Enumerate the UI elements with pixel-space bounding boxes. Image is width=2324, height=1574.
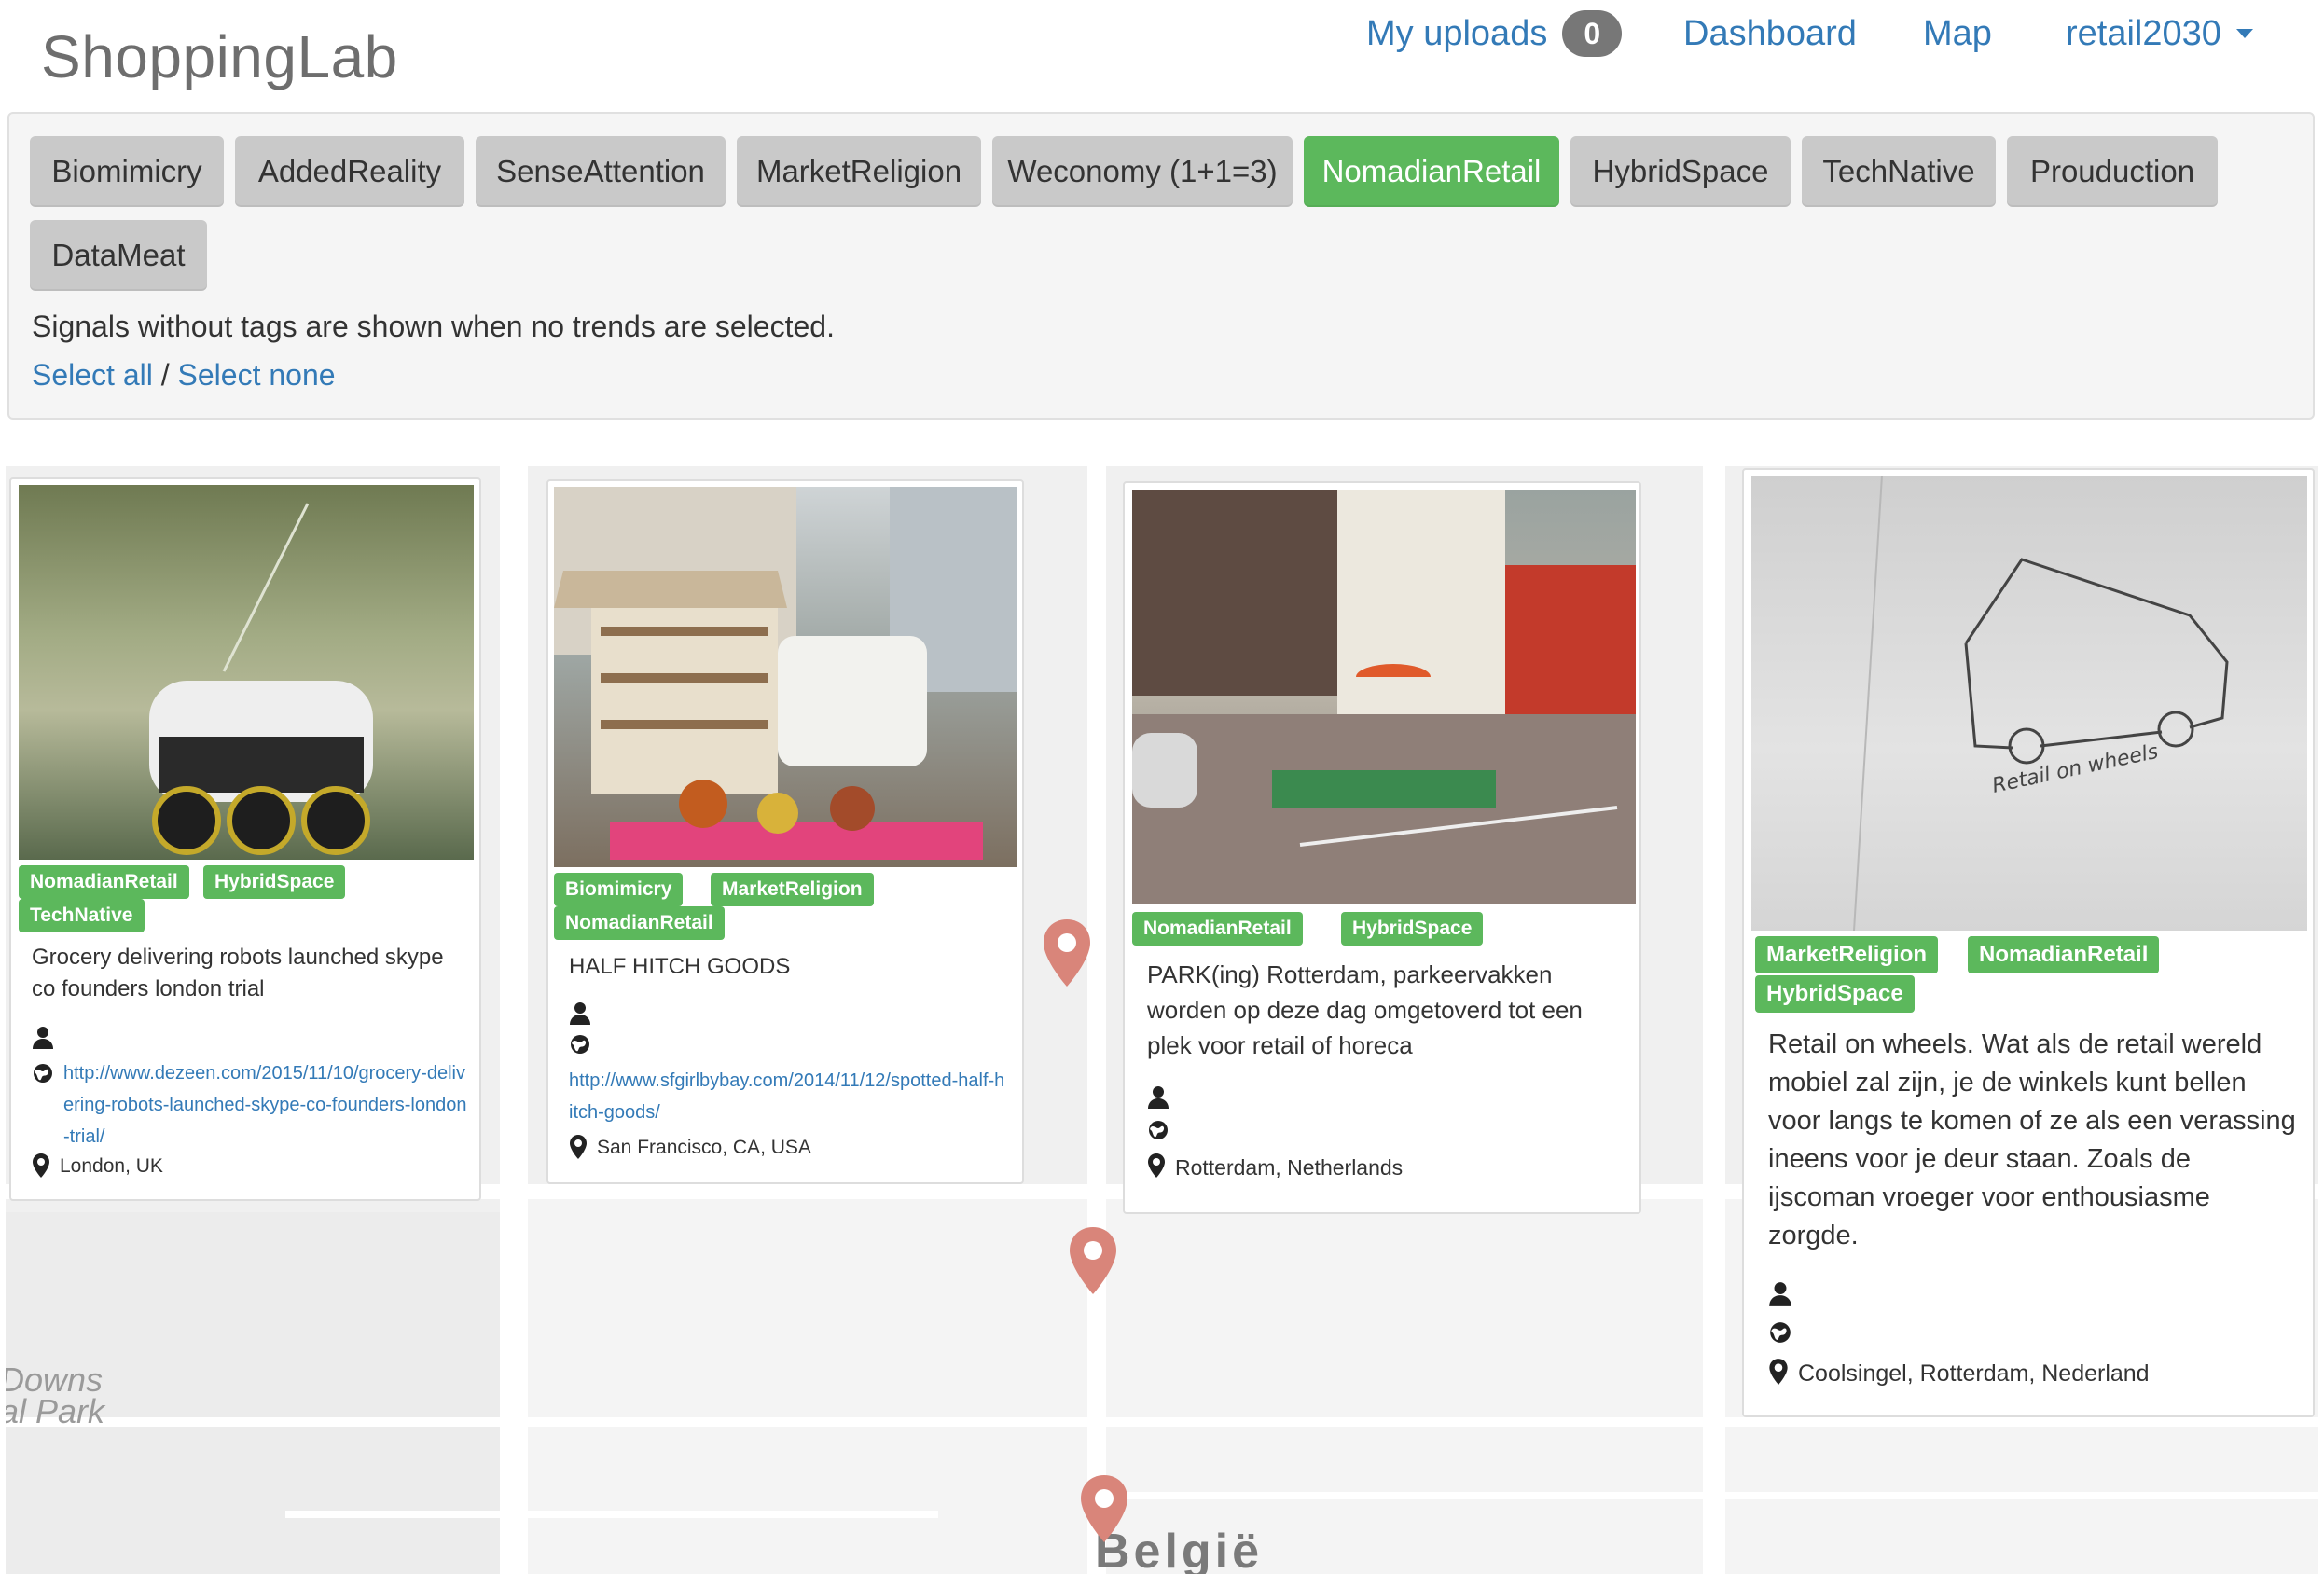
author-row [1768,1281,1802,1307]
author-row [569,1001,601,1026]
card-title: PARK(ing) Rotterdam, parkeervakken worde… [1147,960,1583,1059]
nav-dashboard[interactable]: Dashboard [1683,6,1857,62]
select-none-link[interactable]: Select none [178,358,336,392]
card-tag: Biomimicry [554,873,684,906]
select-links: Select all / Select none [32,358,336,393]
signal-image[interactable]: Retail on wheels [1751,476,2307,931]
map-pin-icon[interactable] [1067,1225,1119,1296]
signal-image[interactable] [1132,490,1636,904]
user-icon [570,1002,590,1025]
globe-icon [1149,1121,1168,1139]
chevron-down-icon [2235,29,2253,38]
card-tag: HybridSpace [1341,912,1484,946]
filter-biomimicry[interactable]: Biomimicry [30,136,224,207]
map-pin-icon[interactable] [1078,1473,1130,1544]
card-tag: NomadianRetail [19,865,189,899]
filter-hybridspace[interactable]: HybridSpace [1570,136,1791,207]
card-tag: TechNative [19,899,145,932]
filter-senseattention[interactable]: SenseAttention [476,136,726,207]
signal-card[interactable]: NomadianRetail HybridSpace PARK(ing) Rot… [1123,481,1641,1214]
signal-image[interactable] [19,485,474,860]
globe-row [569,1033,601,1056]
card-title: HALF HITCH GOODS [569,954,791,979]
user-icon [1769,1282,1791,1306]
brand-logo[interactable]: ShoppingLab [41,22,398,91]
signal-card[interactable]: Biomimicry MarketReligion NomadianRetail… [546,479,1024,1184]
location-row: Rotterdam, Netherlands [1147,1153,1403,1182]
map-marker-icon [1769,1359,1788,1385]
location-row: London, UK [32,1153,163,1180]
user-icon [33,1027,53,1049]
trend-filter-panel: Biomimicry AddedReality SenseAttention M… [7,112,2315,420]
card-title: Retail on wheels. Wat als de retail were… [1768,1029,2296,1250]
author-row [32,1026,63,1050]
card-tag: MarketReligion [1755,936,1939,973]
map-place-label: al Park [6,1392,105,1430]
signal-card[interactable]: Retail on wheels MarketReligion Nomadian… [1742,468,2315,1417]
globe-icon [34,1064,52,1083]
market-stall-image-illustration [554,487,1017,860]
map-marker-icon [33,1153,49,1178]
card-tag: NomadianRetail [1968,936,2160,973]
filter-technative[interactable]: TechNative [1802,136,1996,207]
card-tag: MarketReligion [711,873,874,906]
map-pin-icon[interactable] [1041,918,1093,988]
card-tag: NomadianRetail [1132,912,1303,946]
filter-marketreligion[interactable]: MarketReligion [737,136,981,207]
card-source-link[interactable]: http://www.dezeen.com/2015/11/10/grocery… [63,1057,470,1153]
globe-row [1147,1119,1179,1141]
filter-addedreality[interactable]: AddedReality [235,136,464,207]
sketch-caption: Retail on wheels [1990,740,2160,798]
card-source-link[interactable]: http://www.sfgirlbybay.com/2014/11/12/sp… [569,1065,1007,1128]
card-location: Rotterdam, Netherlands [1175,1155,1404,1180]
card-location: San Francisco, CA, USA [597,1137,811,1158]
user-name: retail2030 [2066,13,2221,53]
filter-prouduction[interactable]: Prouduction [2007,136,2218,207]
street-image-illustration [1132,490,1636,904]
signal-card[interactable]: NomadianRetail HybridSpace TechNative Gr… [9,477,481,1201]
map-marker-icon [570,1135,587,1159]
user-menu[interactable]: retail2030 [2066,6,2253,62]
sketch-image-illustration: Retail on wheels [1853,476,2229,931]
card-tag: HybridSpace [203,865,346,899]
nav-my-uploads[interactable]: My uploads 0 [1366,6,1623,62]
author-row [1147,1085,1179,1110]
card-location: Coolsingel, Rotterdam, Nederland [1798,1360,2150,1387]
location-row: Coolsingel, Rotterdam, Nederland [1768,1358,2150,1389]
map-marker-icon [1148,1153,1165,1178]
globe-icon [571,1035,589,1054]
card-title: Grocery delivering robots launched skype… [32,945,444,1001]
robot-image-illustration [149,503,373,855]
link-row: http://www.dezeen.com/2015/11/10/grocery… [32,1057,470,1153]
card-location: London, UK [60,1155,163,1177]
card-tag: NomadianRetail [554,906,725,940]
uploads-count-badge: 0 [1562,10,1623,57]
globe-icon [1770,1322,1791,1343]
filter-weconomy[interactable]: Weconomy (1+1=3) [992,136,1293,207]
user-icon [1148,1086,1169,1109]
filter-note: Signals without tags are shown when no t… [32,310,835,343]
nav-map[interactable]: Map [1923,6,1992,62]
filter-datameat[interactable]: DataMeat [30,220,207,291]
signal-image[interactable] [554,487,1017,867]
filter-nomadianretail[interactable]: NomadianRetail [1304,136,1559,207]
globe-row [1768,1320,1802,1345]
link-row: http://www.sfgirlbybay.com/2014/11/12/sp… [569,1065,1007,1128]
select-separator: / [152,358,178,392]
select-all-link[interactable]: Select all [32,358,153,392]
card-tag: HybridSpace [1755,975,1915,1013]
nav-my-uploads-label: My uploads [1366,13,1548,53]
location-row: San Francisco, CA, USA [569,1134,811,1162]
